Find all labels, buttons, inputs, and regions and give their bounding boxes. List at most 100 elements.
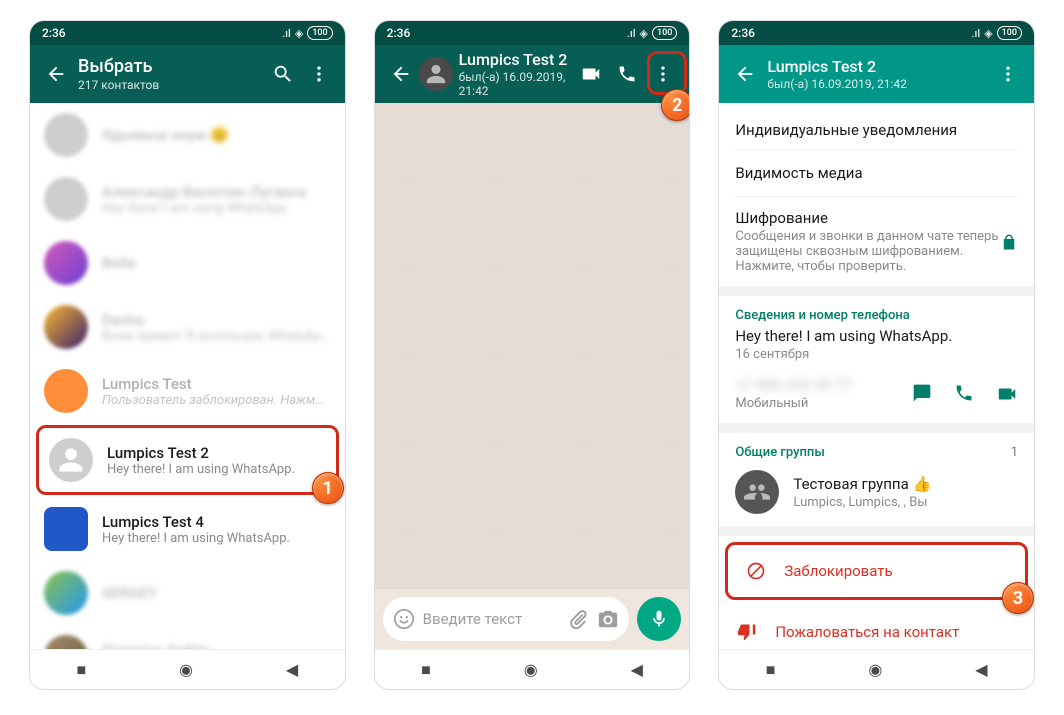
input-bar: Введите текст bbox=[375, 589, 690, 649]
back-icon[interactable] bbox=[729, 58, 761, 90]
step-badge-1: 1 bbox=[312, 472, 344, 504]
nav-home-icon[interactable]: ◉ bbox=[524, 660, 538, 679]
status-bar: 2:36 .ıl ◈ 100 bbox=[30, 21, 345, 45]
chat-area[interactable] bbox=[375, 103, 690, 589]
contact-item[interactable]: Stanislav AnikinВсем привет! Я использую… bbox=[30, 625, 345, 649]
contact-item[interactable]: Александр Васютин-ЛуганскHey there! I am… bbox=[30, 167, 345, 231]
status-right: .ıl ◈ 100 bbox=[282, 26, 333, 40]
group-name: Тестовая группа 👍 bbox=[793, 475, 931, 493]
contact-list[interactable]: Ядымыш кеум 😊 Александр Васютин-ЛуганскH… bbox=[30, 103, 345, 649]
phone-actions bbox=[912, 383, 1018, 405]
menu-icon[interactable] bbox=[992, 58, 1024, 90]
block-label: Заблокировать bbox=[784, 562, 892, 580]
encryption-title: Шифрование bbox=[735, 209, 1000, 227]
thumbs-down-icon bbox=[737, 622, 757, 642]
encryption-row[interactable]: Шифрование Сообщения и звонки в данном ч… bbox=[735, 201, 1018, 274]
section-about: Сведения и номер телефона Hey there! I a… bbox=[719, 296, 1034, 433]
custom-notifications[interactable]: Индивидуальные уведомления bbox=[735, 115, 1018, 145]
group-item[interactable]: Тестовая группа 👍 Lumpics, Lumpics, , Вы bbox=[735, 464, 1018, 514]
info-body[interactable]: Индивидуальные уведомления Видимость мед… bbox=[719, 103, 1034, 649]
contact-item[interactable]: DashaВсем привет! Я использую WhatsApp. bbox=[30, 295, 345, 359]
section-settings: Индивидуальные уведомления Видимость мед… bbox=[719, 103, 1034, 296]
contact-item[interactable]: Ядымыш кеум 😊 bbox=[30, 103, 345, 167]
nav-home-icon[interactable]: ◉ bbox=[868, 660, 882, 679]
status-time: 2:36 bbox=[387, 26, 411, 40]
call-icon[interactable] bbox=[954, 383, 974, 405]
header-title: Выбрать bbox=[78, 56, 267, 77]
contact-item[interactable]: SERGEY bbox=[30, 561, 345, 625]
group-avatar bbox=[735, 470, 779, 514]
section-groups: Общие группы 1 Тестовая группа 👍 Lumpics,… bbox=[719, 433, 1034, 536]
contact-item-blocked[interactable]: Lumpics TestПользователь заблокирован. Н… bbox=[30, 359, 345, 423]
battery-icon: 100 bbox=[307, 26, 332, 40]
nav-back-icon[interactable]: ◀ bbox=[631, 660, 643, 679]
status-bar: 2:36 .ıl◈100 bbox=[719, 21, 1034, 45]
header-text[interactable]: Lumpics Test 2 был(-а) 16.09.2019, 21:42 bbox=[459, 50, 576, 98]
attach-icon[interactable] bbox=[567, 608, 589, 630]
step-badge-2: 2 bbox=[661, 89, 689, 121]
encryption-desc: Сообщения и звонки в данном чате теперь … bbox=[735, 229, 1000, 274]
report-button[interactable]: Пожаловаться на контакт bbox=[719, 606, 1034, 649]
phone-number: +7 906 333 55 77 bbox=[735, 376, 851, 394]
highlight-box-1: Lumpics Test 2Hey there! I am using What… bbox=[36, 425, 339, 495]
voice-call-icon[interactable] bbox=[611, 58, 643, 90]
header-actions bbox=[267, 58, 335, 90]
nav-back-icon[interactable]: ◀ bbox=[286, 660, 298, 679]
last-seen: был(-а) 16.09.2019, 21:42 bbox=[767, 77, 992, 91]
block-icon bbox=[746, 561, 766, 581]
back-icon[interactable] bbox=[385, 58, 417, 90]
lock-icon bbox=[1000, 233, 1018, 251]
block-button[interactable]: Заблокировать bbox=[728, 545, 1025, 597]
message-icon[interactable] bbox=[912, 383, 932, 405]
back-icon[interactable] bbox=[40, 58, 72, 90]
phone-2: 2:36 .ıl◈100 Lumpics Test 2 был(-а) 16.0… bbox=[375, 21, 690, 689]
nav-back-icon[interactable]: ◀ bbox=[975, 660, 987, 679]
camera-icon[interactable] bbox=[597, 608, 619, 630]
avatar bbox=[49, 438, 93, 482]
video-call-icon[interactable] bbox=[575, 58, 607, 90]
search-icon[interactable] bbox=[267, 58, 299, 90]
phone-row: +7 906 333 55 77 Мобильный bbox=[735, 376, 1018, 411]
about-text: Hey there! I am using WhatsApp. bbox=[735, 327, 1018, 345]
phone-3: 2:36 .ıl◈100 Lumpics Test 2 был(-а) 16.0… bbox=[719, 21, 1034, 689]
groups-title: Общие группы bbox=[735, 445, 824, 460]
last-seen: был(-а) 16.09.2019, 21:42 bbox=[459, 70, 576, 98]
media-visibility[interactable]: Видимость медиа bbox=[735, 154, 1018, 192]
header: Выбрать 217 контактов bbox=[30, 45, 345, 103]
nav-recent-icon[interactable]: ■ bbox=[766, 660, 776, 680]
videocall-icon[interactable] bbox=[996, 383, 1018, 405]
android-navbar: ■ ◉ ◀ bbox=[719, 649, 1034, 689]
phone-1: 2:36 .ıl ◈ 100 Выбрать 217 контактов Яды… bbox=[30, 21, 345, 689]
chat-header[interactable]: Lumpics Test 2 был(-а) 16.09.2019, 21:42… bbox=[375, 45, 690, 103]
chat-name: Lumpics Test 2 bbox=[459, 50, 576, 69]
highlight-box-2 bbox=[647, 51, 687, 95]
about-title: Сведения и номер телефона bbox=[735, 308, 1018, 327]
contact-item-selected[interactable]: Lumpics Test 2Hey there! I am using What… bbox=[47, 434, 328, 486]
header-subtitle: 217 контактов bbox=[78, 78, 267, 92]
signal-icon: .ıl bbox=[282, 27, 291, 40]
android-navbar: ■ ◉ ◀ bbox=[375, 649, 690, 689]
contact-name: Lumpics Test 2 bbox=[767, 57, 992, 76]
android-navbar: ■ ◉ ◀ bbox=[30, 649, 345, 689]
section-actions: Заблокировать 3 Пожаловаться на контакт bbox=[719, 542, 1034, 649]
nav-recent-icon[interactable]: ■ bbox=[421, 660, 431, 680]
group-members: Lumpics, Lumpics, , Вы bbox=[793, 495, 931, 510]
emoji-icon[interactable] bbox=[393, 608, 415, 630]
mic-button[interactable] bbox=[637, 597, 681, 641]
menu-icon[interactable] bbox=[303, 58, 335, 90]
message-input[interactable]: Введите текст bbox=[383, 597, 630, 641]
status-bar: 2:36 .ıl◈100 bbox=[375, 21, 690, 45]
nav-home-icon[interactable]: ◉ bbox=[179, 660, 193, 679]
contact-avatar[interactable] bbox=[419, 57, 453, 91]
about-date: 16 сентября bbox=[735, 347, 1018, 362]
wifi-icon: ◈ bbox=[295, 27, 303, 40]
info-header: Lumpics Test 2 был(-а) 16.09.2019, 21:42 bbox=[719, 45, 1034, 103]
contact-item[interactable]: Lumpics Test 4Hey there! I am using What… bbox=[30, 497, 345, 561]
input-placeholder: Введите текст bbox=[423, 610, 560, 628]
phone-type: Мобильный bbox=[735, 396, 851, 411]
contact-item[interactable]: Bella bbox=[30, 231, 345, 295]
nav-recent-icon[interactable]: ■ bbox=[76, 660, 86, 680]
groups-count: 1 bbox=[1011, 445, 1018, 460]
header-text: Выбрать 217 контактов bbox=[78, 56, 267, 92]
step-badge-3: 3 bbox=[1002, 582, 1034, 614]
